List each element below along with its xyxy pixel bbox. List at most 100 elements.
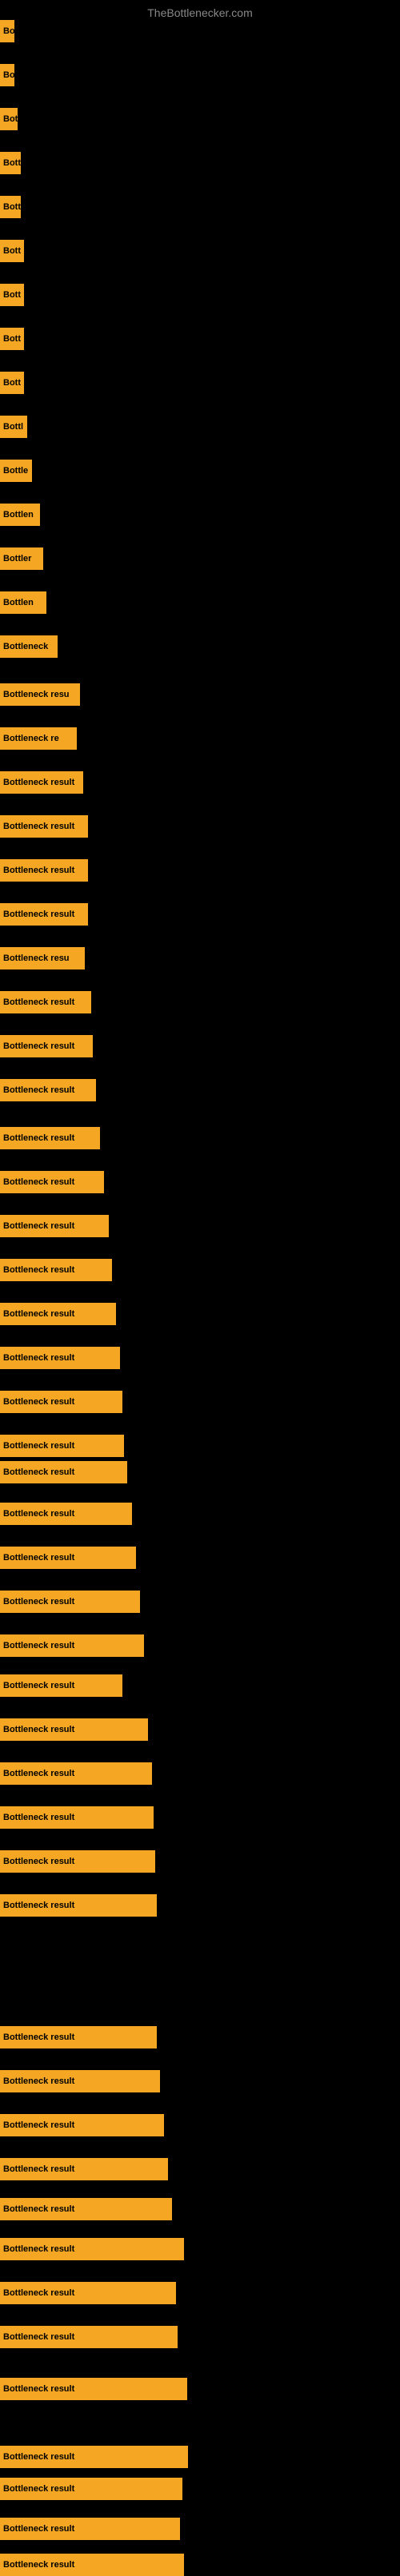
site-title: TheBottlenecker.com xyxy=(0,0,400,22)
list-item: Bottleneck result xyxy=(0,1503,132,1525)
bar-label: Bottleneck result xyxy=(3,1509,74,1519)
list-item: Bottleneck result xyxy=(0,2282,176,2304)
list-item: Bottleneck result xyxy=(0,1461,127,1483)
list-item: Bo xyxy=(0,20,14,42)
bar-label: Bottleneck result xyxy=(3,2120,74,2130)
bar-label: Bo xyxy=(3,70,14,80)
list-item: Bottleneck result xyxy=(0,1347,120,1369)
list-item: Bottleneck result xyxy=(0,1634,144,1657)
bar-label: Bott xyxy=(3,246,21,256)
list-item: Bottleneck result xyxy=(0,1259,112,1281)
list-item: Bottleneck result xyxy=(0,2198,172,2220)
list-item: Bottle xyxy=(0,460,32,482)
bar-label: Bottleneck result xyxy=(3,1085,74,1095)
list-item: Bottl xyxy=(0,416,27,438)
bar-label: Bottleneck result xyxy=(3,2076,74,2086)
bar-label: Bott xyxy=(3,334,21,344)
list-item: Bottleneck resu xyxy=(0,947,85,969)
list-item: Bottleneck result xyxy=(0,1674,122,1697)
bar-label: Bottleneck result xyxy=(3,1597,74,1607)
list-item: Bottleneck result xyxy=(0,1591,140,1613)
list-item: Bottleneck result xyxy=(0,2238,184,2260)
list-item: Bott xyxy=(0,240,24,262)
list-item: Bottleneck result xyxy=(0,1762,152,1785)
bar-label: Bottleneck result xyxy=(3,1133,74,1143)
list-item: Bottleneck result xyxy=(0,1547,136,1569)
list-item: Bot xyxy=(0,108,18,130)
list-item: Bottleneck result xyxy=(0,1391,122,1413)
bar-label: Bottleneck result xyxy=(3,2384,74,2394)
bar-label: Bottleneck result xyxy=(3,1681,74,1690)
bar-label: Bottleneck xyxy=(3,642,48,651)
list-item: Bottleneck result xyxy=(0,1035,93,1057)
list-item: Bottleneck result xyxy=(0,2446,188,2468)
list-item: Bottleneck result xyxy=(0,1171,104,1193)
bar-label: Bottlen xyxy=(3,510,34,520)
bar-label: Bottleneck result xyxy=(3,778,74,787)
list-item: Bottleneck result xyxy=(0,1079,96,1101)
list-item: Bottleneck result xyxy=(0,991,91,1013)
list-item: Bottleneck resu xyxy=(0,683,80,706)
list-item: Bottleneck result xyxy=(0,2070,160,2092)
bar-label: Bottleneck result xyxy=(3,1309,74,1319)
list-item: Bottleneck result xyxy=(0,2158,168,2180)
bar-label: Bottleneck resu xyxy=(3,954,70,963)
bar-label: Bottleneck result xyxy=(3,1221,74,1231)
bar-label: Bottleneck result xyxy=(3,1353,74,1363)
list-item: Bottleneck result xyxy=(0,1127,100,1149)
list-item: Bottleneck result xyxy=(0,1215,109,1237)
list-item: Bottleneck result xyxy=(0,815,88,838)
list-item: Bottlen xyxy=(0,591,46,614)
list-item: Bottleneck result xyxy=(0,859,88,882)
bar-label: Bott xyxy=(3,290,21,300)
list-item: Bott xyxy=(0,372,24,394)
list-item: Bottleneck result xyxy=(0,2478,182,2500)
bar-label: Bottl xyxy=(3,422,23,432)
list-item: Bottleneck xyxy=(0,635,58,658)
list-item: Bottleneck result xyxy=(0,2518,180,2540)
bar-label: Bottler xyxy=(3,554,31,563)
list-item: Bottleneck result xyxy=(0,2026,157,2048)
bar-label: Bottleneck result xyxy=(3,1265,74,1275)
list-item: Bottlen xyxy=(0,504,40,526)
list-item: Bottleneck result xyxy=(0,2326,178,2348)
bar-label: Bottleneck result xyxy=(3,1397,74,1407)
bar-label: Bottleneck result xyxy=(3,997,74,1007)
list-item: Bottleneck result xyxy=(0,2114,164,2136)
list-item: Bottleneck result xyxy=(0,1435,124,1457)
bar-label: Bottleneck result xyxy=(3,2033,74,2042)
list-item: Bottleneck result xyxy=(0,2378,187,2400)
bar-label: Bottleneck result xyxy=(3,1553,74,1563)
list-item: Bottleneck result xyxy=(0,1850,155,1873)
bar-label: Bottleneck result xyxy=(3,910,74,919)
bar-label: Bot xyxy=(3,114,18,124)
bar-label: Bottle xyxy=(3,466,28,476)
bar-label: Bottleneck result xyxy=(3,1813,74,1822)
list-item: Bottleneck result xyxy=(0,1806,154,1829)
bar-label: Bottleneck result xyxy=(3,1041,74,1051)
bar-label: Bottleneck result xyxy=(3,1769,74,1778)
bar-label: Bottleneck result xyxy=(3,2452,74,2462)
bar-label: Bottleneck result xyxy=(3,1467,74,1477)
bar-label: Bottleneck result xyxy=(3,822,74,831)
list-item: Bottleneck result xyxy=(0,1718,148,1741)
bar-label: Bottleneck result xyxy=(3,2204,74,2214)
bar-label: Bott xyxy=(3,378,21,388)
bar-label: Bottleneck result xyxy=(3,2484,74,2494)
bar-label: Bottleneck result xyxy=(3,1441,74,1451)
list-item: Bottleneck result xyxy=(0,1303,116,1325)
bar-label: Bottleneck result xyxy=(3,2244,74,2254)
bar-label: Bottleneck result xyxy=(3,2164,74,2174)
bar-label: Bo xyxy=(3,26,14,36)
bar-label: Bottlen xyxy=(3,598,34,607)
bar-label: Bott xyxy=(3,158,21,168)
bar-label: Bottleneck result xyxy=(3,866,74,875)
list-item: Bottleneck result xyxy=(0,2554,184,2576)
list-item: Bott xyxy=(0,328,24,350)
bar-label: Bottleneck result xyxy=(3,1641,74,1650)
bar-label: Bottleneck result xyxy=(3,1901,74,1910)
list-item: Bott xyxy=(0,284,24,306)
bar-label: Bottleneck result xyxy=(3,1725,74,1734)
bar-label: Bottleneck result xyxy=(3,2332,74,2342)
bar-label: Bottleneck result xyxy=(3,2524,74,2534)
